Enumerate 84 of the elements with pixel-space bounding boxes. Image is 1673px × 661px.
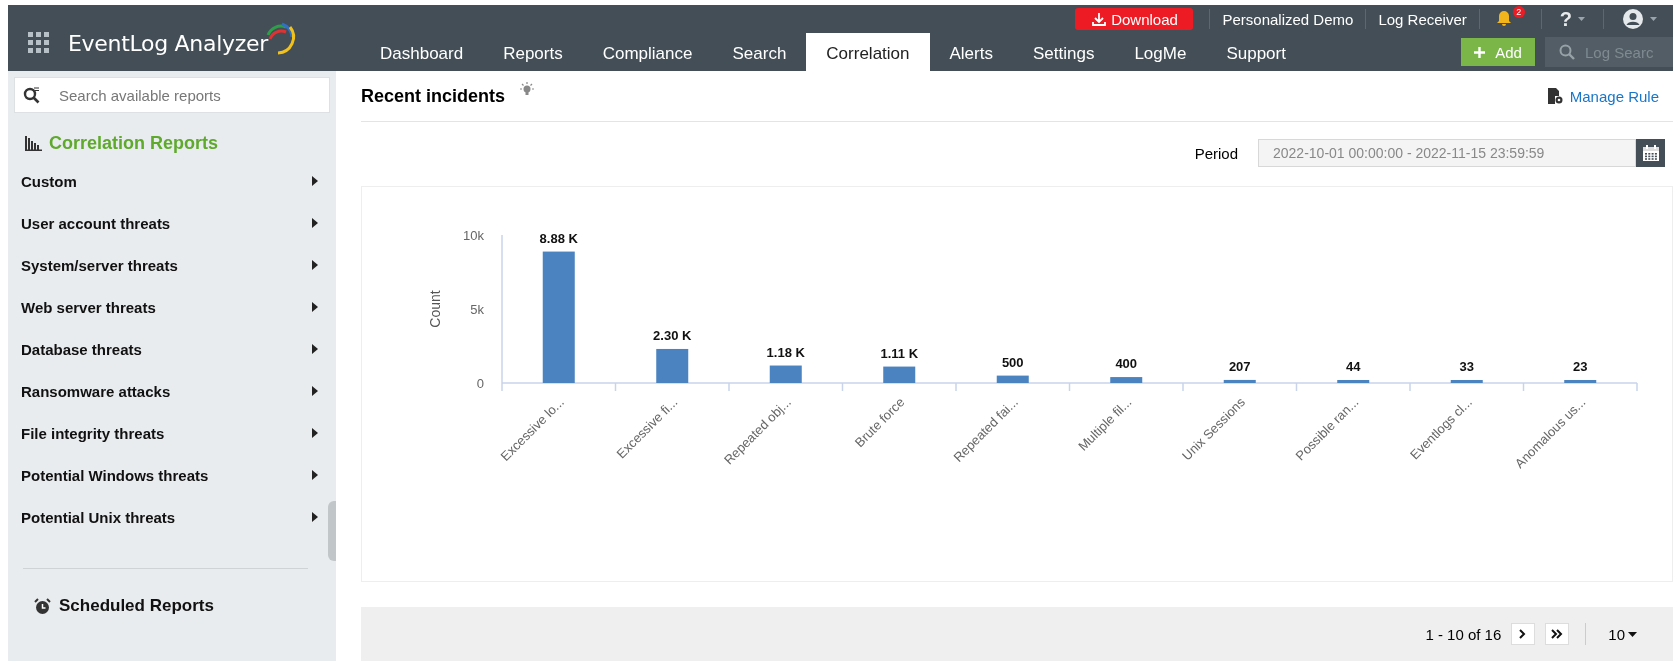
manage-rule-link[interactable]: Manage Rule <box>1569 87 1659 105</box>
caret-right-icon <box>312 386 318 396</box>
nav-tab[interactable]: Correlation <box>806 33 930 71</box>
download-button[interactable]: Download <box>1075 8 1194 30</box>
header-link[interactable]: Log Receiver <box>1378 10 1467 28</box>
lightbulb-icon[interactable] <box>519 82 536 98</box>
axis-tick-label: 5k <box>470 302 484 317</box>
report-category-item[interactable]: Database threats <box>8 328 326 370</box>
axis-tick-label: 10k <box>463 228 484 243</box>
bar[interactable] <box>1337 380 1370 383</box>
bar[interactable] <box>1110 377 1143 383</box>
nav-tab[interactable]: Search <box>712 33 807 71</box>
next-page-button[interactable] <box>1511 623 1536 645</box>
double-chevron-icon <box>1551 629 1564 639</box>
report-category-item[interactable]: Web server threats <box>8 286 326 328</box>
bar[interactable] <box>1450 380 1483 383</box>
caret-right-icon <box>312 344 318 354</box>
app-grid-icon[interactable] <box>28 32 50 54</box>
bar[interactable] <box>883 366 916 383</box>
nav-tab[interactable]: Dashboard <box>360 33 484 71</box>
period-label: Period <box>1194 144 1238 162</box>
bar-value-label: 44 <box>1346 359 1361 374</box>
nav-tab[interactable]: LogMe <box>1114 33 1207 71</box>
bar[interactable] <box>656 348 689 383</box>
page-range: 1 - 10 of 16 <box>1425 625 1502 643</box>
help-menu-button[interactable]: ? <box>1553 7 1591 31</box>
bar-value-label: 500 <box>1001 354 1024 370</box>
report-category-item[interactable]: User account threats <box>8 202 326 244</box>
user-avatar-icon <box>1622 8 1644 30</box>
report-category-item[interactable]: File integrity threats <box>8 412 326 454</box>
scheduled-reports-link[interactable]: Scheduled Reports <box>59 596 214 616</box>
caret-right-icon <box>312 512 318 522</box>
report-category-item[interactable]: System/server threats <box>8 244 326 286</box>
report-category-item[interactable]: Potential Unix threats <box>8 496 326 538</box>
caret-icon <box>1650 17 1657 21</box>
bar-value-label: 8.88 K <box>539 230 578 246</box>
bar-chart-icon <box>25 136 43 151</box>
bar-value-label: 1.11 K <box>880 345 919 361</box>
bar[interactable] <box>996 375 1029 383</box>
caret-icon <box>1628 631 1637 637</box>
bar-value-label: 23 <box>1573 359 1588 374</box>
bar-value-label: 400 <box>1115 356 1138 372</box>
axis-title: Count <box>427 290 443 328</box>
report-category-item[interactable]: Custom <box>8 160 326 202</box>
bar-value-label: 33 <box>1459 359 1474 374</box>
report-category-item[interactable]: Potential Windows threats <box>8 454 326 496</box>
caret-right-icon <box>312 428 318 438</box>
nav-tab[interactable]: Alerts <box>929 33 1013 71</box>
caret-right-icon <box>312 218 318 228</box>
chevron-right-icon <box>1519 629 1528 639</box>
bar[interactable] <box>1223 379 1256 383</box>
notification-badge: 2 <box>1512 6 1525 18</box>
report-category-item[interactable]: Ransomware attacks <box>8 370 326 412</box>
report-search-field[interactable]: Search available reports <box>14 77 330 113</box>
settings-document-icon[interactable] <box>1545 87 1564 105</box>
bar-value-label: 1.18 K <box>766 344 805 360</box>
nav-tab[interactable]: Support <box>1206 33 1306 71</box>
nav-tab[interactable]: Compliance <box>582 33 713 71</box>
download-icon <box>1091 12 1108 26</box>
bar[interactable] <box>542 251 575 383</box>
collapse-handle[interactable] <box>328 501 336 561</box>
bar[interactable] <box>769 365 802 383</box>
caret-right-icon <box>312 470 318 480</box>
caret-right-icon <box>312 302 318 312</box>
bar-value-label: 207 <box>1228 358 1251 374</box>
app-logo: EventLog Analyzer <box>68 30 268 56</box>
nav-tab[interactable]: Reports <box>483 33 583 71</box>
calendar-button[interactable] <box>1636 139 1665 167</box>
header-link[interactable]: Personalized Demo <box>1222 10 1354 28</box>
caret-right-icon <box>312 176 318 186</box>
page-size-dropdown[interactable]: 10 <box>1602 624 1643 644</box>
calendar-icon <box>1641 144 1660 162</box>
bar-value-label: 2.30 K <box>653 327 692 343</box>
alarm-clock-icon <box>34 597 51 615</box>
bar[interactable] <box>1564 380 1597 383</box>
notification-bell-icon[interactable] <box>1495 8 1512 26</box>
page-title: Recent incidents <box>361 85 506 107</box>
axis-tick-label: 0 <box>476 376 484 391</box>
caret-right-icon <box>312 260 318 270</box>
section-title: Correlation Reports <box>49 133 219 154</box>
nav-tab[interactable]: Settings <box>1012 33 1115 71</box>
caret-icon <box>1578 17 1585 21</box>
plus-icon <box>1474 46 1486 58</box>
last-page-button[interactable] <box>1545 623 1570 645</box>
